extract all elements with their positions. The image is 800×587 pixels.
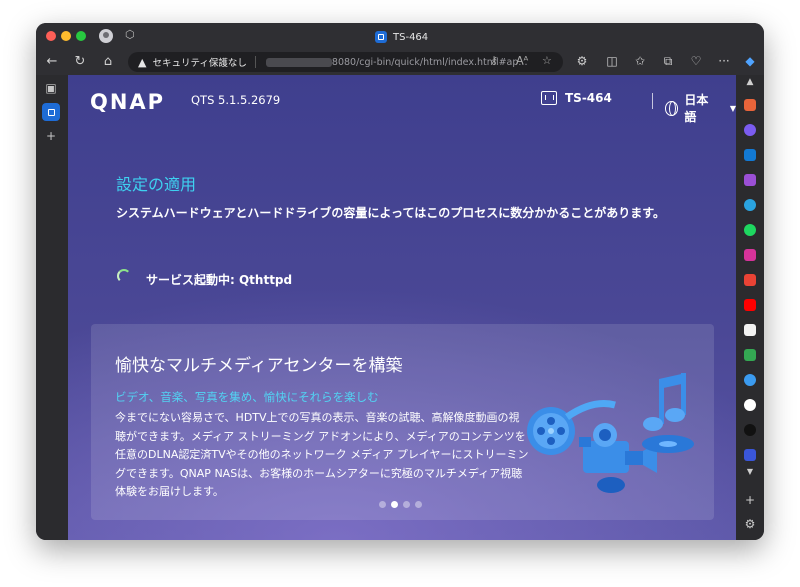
device-info: TS-464: [541, 91, 612, 105]
browser-toolbar: ← ↻ ⌂ ▲ セキュリティ保護なし 8080/cgi-bin/quick/ht…: [36, 49, 764, 75]
qnap-favicon-icon: [375, 31, 387, 43]
copilot-app-icon[interactable]: [744, 124, 756, 136]
url-text: 8080/cgi-bin/quick/html/index.html#ap...: [331, 56, 528, 68]
refresh-icon[interactable]: ↻: [72, 54, 88, 70]
sidebar-settings-icon[interactable]: ⚙: [742, 517, 758, 531]
carousel-dot-active[interactable]: [391, 501, 398, 508]
home-icon[interactable]: ⌂: [100, 54, 116, 70]
warning-icon: ▲: [138, 55, 147, 69]
drive-icon[interactable]: [744, 349, 756, 361]
carousel-dots: [379, 501, 422, 508]
promo-card: 愉快なマルチメディアセンターを構築 ビデオ、音楽、写真を集め、愉快にそれらを楽し…: [91, 324, 714, 520]
promo-body: 今までにない容易さで、HDTV上での写真の表示、音楽の試聴、高解像度動画の視聴が…: [115, 411, 529, 498]
profile-avatar[interactable]: [99, 29, 113, 43]
split-screen-icon[interactable]: ◫: [604, 54, 620, 68]
minimize-window-button[interactable]: [61, 31, 71, 41]
add-sidebar-app-icon[interactable]: +: [742, 493, 758, 507]
youtube-icon[interactable]: [744, 299, 756, 311]
outlook-icon[interactable]: [744, 149, 756, 161]
header-divider: [652, 93, 653, 109]
vertical-tabs-rail: ▣ +: [36, 75, 66, 540]
nas-device-icon: [541, 91, 557, 105]
scroll-down-icon[interactable]: ▼: [742, 467, 758, 476]
redacted-host: [265, 57, 332, 67]
instagram-icon[interactable]: [744, 249, 756, 261]
edge-sidebar: ▲ ▼ + ⚙: [736, 75, 764, 540]
service-status: サービス起動中: Qthttpd: [146, 273, 293, 287]
shopping-icon[interactable]: [744, 99, 756, 111]
key-icon[interactable]: ⚷: [490, 54, 498, 67]
copilot-icon[interactable]: ◆: [742, 54, 758, 68]
browser-window: ⬡ TS-464 ← ↻ ⌂ ▲ セキュリティ保護なし 8080/cgi-bin…: [36, 23, 764, 540]
performance-icon[interactable]: ♡: [688, 54, 704, 68]
collections-icon[interactable]: ⧉: [660, 54, 676, 69]
favorite-star-icon[interactable]: ☆: [542, 54, 552, 67]
qnap-page: QNAP QTS 5.1.5.2679 TS-464 日本語 ▼ 設定の適用 シ…: [68, 75, 736, 540]
device-name: TS-464: [565, 91, 612, 105]
other-app-icon[interactable]: [744, 449, 756, 461]
workspaces-icon[interactable]: ⬡: [125, 29, 137, 41]
address-divider: [254, 56, 256, 68]
google-icon[interactable]: [744, 399, 756, 411]
multimedia-illustration-icon: [527, 373, 694, 493]
close-window-button[interactable]: [46, 31, 56, 41]
address-bar[interactable]: ▲ セキュリティ保護なし 8080/cgi-bin/quick/html/ind…: [128, 52, 563, 72]
read-aloud-icon[interactable]: Aᴬ: [516, 54, 528, 67]
telegram-icon[interactable]: [744, 199, 756, 211]
loading-spinner-icon: [117, 269, 131, 283]
globe-icon: [665, 100, 679, 116]
threads-icon[interactable]: [744, 424, 756, 436]
favorites-icon[interactable]: ✩: [632, 54, 648, 68]
extensions-icon[interactable]: ⚙: [574, 54, 590, 68]
language-label: 日本語: [684, 93, 709, 124]
tab-title: TS-464: [393, 31, 429, 43]
promo-subtitle: ビデオ、音楽、写真を集め、愉快にそれらを楽しむ: [115, 390, 379, 404]
setup-description: システムハードウェアとハードドライブの容量によってはこのプロセスに数分かかること…: [116, 206, 666, 220]
onedrive-icon[interactable]: [744, 374, 756, 386]
carousel-dot[interactable]: [415, 501, 422, 508]
security-label: セキュリティ保護なし: [152, 58, 247, 69]
setup-title: 設定の適用: [116, 175, 197, 194]
qts-version: QTS 5.1.5.2679: [191, 93, 281, 107]
carousel-dot[interactable]: [379, 501, 386, 508]
title-bar: ⬡ TS-464: [36, 23, 764, 49]
active-tab[interactable]: TS-464: [375, 29, 428, 45]
promo-title: 愉快なマルチメディアセンターを構築: [115, 356, 403, 376]
qnap-tab-icon[interactable]: [42, 103, 60, 121]
carousel-dot[interactable]: [403, 501, 410, 508]
back-icon[interactable]: ←: [44, 54, 60, 70]
more-icon[interactable]: ···: [716, 54, 732, 68]
gmail-icon[interactable]: [744, 274, 756, 286]
amazon-icon[interactable]: [744, 324, 756, 336]
spotify-icon[interactable]: [744, 224, 756, 236]
tab-actions-icon[interactable]: ▣: [44, 81, 58, 95]
new-tab-icon[interactable]: +: [44, 129, 58, 143]
games-icon[interactable]: [744, 174, 756, 186]
maximize-window-button[interactable]: [76, 31, 86, 41]
qnap-logo: QNAP: [90, 90, 166, 114]
language-selector[interactable]: 日本語 ▼: [665, 91, 736, 125]
scroll-up-icon[interactable]: ▲: [742, 77, 758, 87]
